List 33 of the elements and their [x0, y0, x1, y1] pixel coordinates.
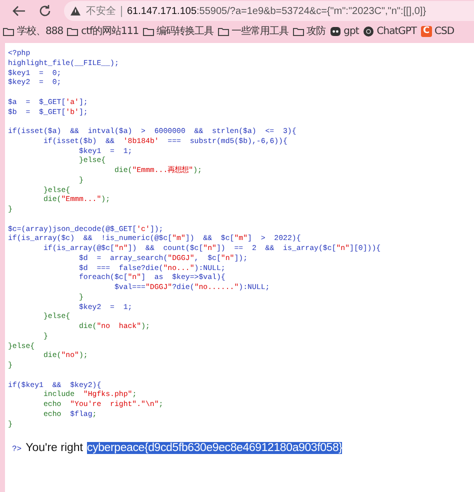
security-label: 不安全	[86, 4, 116, 18]
bookmark-label: 一些常用工具	[232, 24, 289, 38]
folder-icon	[142, 26, 154, 36]
bookmark[interactable]: 学校、888	[3, 24, 64, 38]
url-text: 61.147.171.105:55905/?a=1e9&b=53724&c={"m":"2023C","n":[[],0]}	[127, 6, 426, 16]
bookmark-label: 编码转换工具	[156, 24, 214, 38]
bookmark[interactable]: 攻防	[292, 24, 326, 38]
site-logo-icon: C	[420, 26, 432, 36]
bookmark-label: 学校、888	[17, 24, 64, 38]
bookmark[interactable]: gpt	[330, 26, 359, 36]
bookmark[interactable]: 一些常用工具	[218, 24, 289, 38]
output-message: You're right	[26, 442, 84, 454]
folder-icon	[292, 26, 304, 36]
bookmark-label: ctf的网站111	[81, 24, 139, 38]
folder-icon	[218, 26, 229, 36]
bookmark[interactable]: 编码转换工具	[142, 24, 214, 38]
bookmark[interactable]: ChatGPT	[362, 26, 417, 36]
back-icon[interactable]	[12, 4, 26, 18]
robot-icon	[330, 26, 341, 36]
bookmark-label: CSD	[434, 26, 454, 36]
bookmark[interactable]: ctf的网站111	[67, 24, 139, 38]
folder-icon	[3, 26, 14, 36]
address-bar[interactable]: 不安全 61.147.171.105:55905/?a=1e9&b=53724&c={"m":"2023C","n":[[],0]}	[64, 1, 474, 21]
folder-icon	[67, 26, 78, 36]
bookmark[interactable]: C CSD	[420, 26, 454, 36]
reload-icon[interactable]	[38, 4, 52, 18]
bookmark-label: ChatGPT	[376, 26, 417, 36]
circle-logo-icon	[362, 26, 374, 36]
warning-icon	[70, 6, 81, 16]
flag-text: cyberpeace{d9cd5fb630e9ec8e46912180a903f058}	[87, 442, 342, 454]
bookmark-label: gpt	[344, 26, 359, 36]
bookmark-label: 攻防	[306, 24, 326, 38]
php-closing-tag: ?>	[12, 445, 22, 454]
